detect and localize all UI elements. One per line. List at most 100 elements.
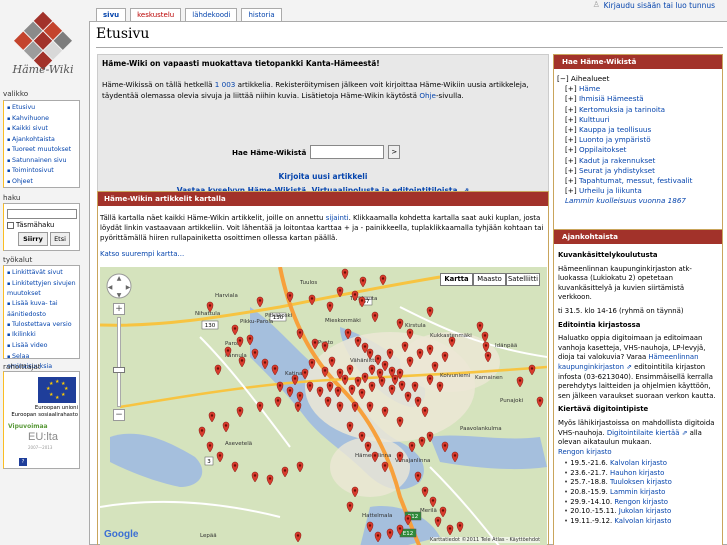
tab-page[interactable]: sivu [96, 8, 127, 22]
nav-portlet: Etusivu Kahvihuone Kaikki sivut Ajankoht… [3, 100, 80, 188]
article-count-link[interactable]: 1 003 [215, 80, 236, 89]
schedule-item: 20.10.-15.11. Jukolan kirjasto [564, 507, 720, 517]
sidebar-search-input[interactable] [7, 209, 77, 219]
news-text: Hämeenlinnan kaupunginkirjaston atk-luok… [558, 264, 692, 302]
zoom-slider[interactable] [117, 317, 121, 407]
nav-item[interactable]: Satunnainen sivu [7, 156, 76, 167]
tools-item[interactable]: Lisää kuva- tai äänitiedosto [7, 299, 76, 319]
svg-text:▼: ▼ [117, 292, 122, 299]
svg-text:▶: ▶ [126, 284, 131, 291]
featured-link[interactable]: Lammin kuolleisuus vuonna 1867 [565, 196, 686, 205]
search-button[interactable]: Etsi [50, 232, 70, 246]
svg-text:E12: E12 [403, 531, 413, 537]
user-bar: ♙ Kirjaudu sisään tai luo tunnus [593, 0, 715, 10]
welcome-search-input[interactable] [310, 145, 385, 159]
google-logo[interactable]: Google [104, 529, 138, 540]
funders-portlet: ★ ★ ★ ★ ★ ★ ★ ★ Euroopan unioni Euroopan sosia… [3, 371, 80, 469]
map-place-label: Karnainen [475, 375, 503, 381]
welcome-search-label: Hae Häme-Wikistä [232, 147, 307, 157]
category-item: [+] Seurat ja yhdistykset [565, 165, 655, 175]
map-type-terrain[interactable]: Maasto [473, 273, 506, 286]
vipu-text-3: 2007—2013 [28, 445, 53, 450]
svg-text:★: ★ [55, 379, 60, 385]
map-place-label: Paavolankulma [460, 426, 502, 432]
category-item: [+] Oppilaitokset [565, 145, 627, 155]
go-button[interactable]: Siirry [18, 232, 48, 246]
map-place-label: Kirstula [405, 323, 426, 329]
nav-item[interactable]: Tuoreet muutokset [7, 145, 76, 156]
category-item: [+] Kertomuksia ja tarinoita [565, 104, 666, 114]
category-item: [+] Ihmisiä Hämeestä [565, 94, 644, 104]
larger-map-link[interactable]: Katso suurempi kartta... [100, 250, 184, 258]
login-link[interactable]: Kirjaudu sisään tai luo tunnus [604, 1, 715, 10]
news-text: Haluatko oppia digitoimaan ja editoimaan… [558, 334, 716, 400]
schedule-item: 25.7.-18.8. Tuuloksen kirjasto [564, 478, 720, 488]
nav-item[interactable]: Toimintosivut [7, 166, 76, 177]
digitizer-link[interactable]: Digitointilaite kiertää ⇗ [607, 429, 688, 437]
category-box: Hae Häme-Wikistä [−] Aihealueet [+] Häme… [553, 54, 723, 236]
page-tabs: sivu keskustelu lähdekoodi historia [96, 8, 282, 22]
schedule-list: 19.5.-21.6. Kalvolan kirjasto 23.6.-21.7… [558, 459, 720, 526]
eu-text-1: Euroopan unioni [34, 405, 78, 411]
map-canvas[interactable]: 130130573E12E12 TuulosTurkhautaHarvialaN… [100, 267, 547, 545]
news-heading: Kuvankäsittelykoulutusta [558, 251, 658, 259]
article-map[interactable]: 130130573E12E12 TuulosTurkhautaHarvialaN… [100, 267, 547, 545]
svg-text:◀: ◀ [108, 284, 113, 291]
zoom-in-button[interactable]: + [113, 303, 125, 315]
site-logo[interactable]: Häme-Wiki [8, 10, 78, 82]
tab-history[interactable]: historia [241, 8, 282, 21]
map-section: Häme-Wikin artikkelit kartalla Tällä kar… [97, 191, 549, 545]
eu-flag-icon: ★ ★★★ ★★★★ [38, 377, 76, 403]
nav-item[interactable]: Kaikki sivut [7, 124, 76, 135]
nav-item[interactable]: Ohjeet [7, 177, 76, 188]
category-item: [+] Urheilu ja liikunta [565, 186, 642, 196]
search-portlet: Täsmähaku Siirry Etsi [3, 203, 80, 251]
content-area: Etusivu Häme-Wiki on vapaasti muokattava… [89, 21, 727, 545]
map-place-label: Koivuniemi [440, 373, 471, 379]
svg-text:3: 3 [207, 459, 211, 465]
tab-discussion[interactable]: keskustelu [130, 8, 182, 21]
tools-item[interactable]: Ikilinkki [7, 330, 76, 341]
category-item: [+] Kauppa ja teollisuus [565, 125, 652, 135]
map-place-label: Pikku-Parola [240, 319, 273, 325]
svg-text:★: ★ [49, 392, 54, 398]
map-pan-control[interactable]: ▲ ▼ ◀ ▶ [106, 273, 132, 301]
welcome-search-button[interactable]: > [388, 145, 401, 159]
new-article-link[interactable]: Kirjoita uusi artikkeli [98, 172, 548, 181]
page-title: Etusivu [96, 26, 150, 42]
map-place-label: Tuulos [299, 280, 317, 286]
map-section-header: Häme-Wikin artikkelit kartalla [98, 192, 548, 206]
tools-item[interactable]: Tulostettava versio [7, 320, 76, 331]
schedule-item: 19.5.-21.6. Kalvolan kirjasto [564, 459, 720, 469]
tab-source[interactable]: lähdekoodi [185, 8, 238, 21]
tools-item[interactable]: Lisää video [7, 341, 76, 352]
svg-text:★: ★ [55, 395, 60, 401]
map-place-label: Punajoki [500, 398, 524, 404]
map-type-control: Kartta Maasto Satelliitti [440, 273, 540, 286]
user-icon: ♙ [592, 0, 600, 9]
help-link[interactable]: Ohje [419, 91, 436, 100]
logo-text: Häme-Wiki [12, 63, 74, 76]
map-place-label: Harviala [215, 293, 238, 299]
map-type-satellite[interactable]: Satelliitti [506, 273, 540, 286]
location-link[interactable]: sijainti [326, 214, 349, 222]
nav-item[interactable]: Etusivu [7, 103, 76, 114]
news-heading: Editointia kirjastossa [558, 320, 641, 329]
nav-item[interactable]: Kahvihuone [7, 114, 76, 125]
news-text: Myös lähikirjastoissa on mahdollista dig… [558, 418, 715, 447]
map-place-label: Nihattula [195, 311, 220, 317]
tools-item[interactable]: Linkitettyjen sivujen muutokset [7, 279, 76, 299]
tools-item[interactable]: Linkittävät sivut [7, 268, 76, 279]
category-root[interactable]: [−] Aihealueet [557, 74, 692, 84]
welcome-heading: Häme-Wiki on vapaasti muokattava tietopa… [102, 59, 380, 68]
exact-search-option[interactable]: Täsmähaku [7, 221, 54, 229]
welcome-text: Häme-Wikissä on tällä hetkellä 1 003 art… [102, 80, 529, 100]
zoom-out-button[interactable]: − [113, 409, 125, 421]
exact-search-checkbox[interactable] [7, 221, 14, 229]
zoom-slider-handle[interactable] [113, 367, 125, 373]
category-tree: [−] Aihealueet [+] Häme [+] Ihmisiä Häme… [557, 74, 692, 207]
nav-item[interactable]: Ajankohtaista [7, 135, 76, 146]
category-item: [+] Häme [565, 84, 601, 94]
library-link[interactable]: Rengon kirjasto [558, 448, 612, 456]
map-type-map[interactable]: Kartta [440, 273, 473, 286]
